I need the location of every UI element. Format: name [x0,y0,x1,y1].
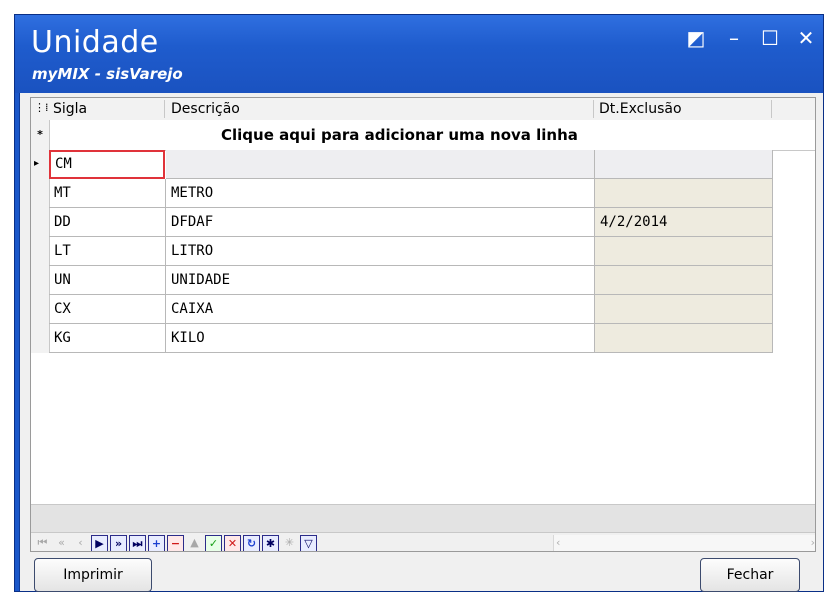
next-page-icon[interactable]: » [110,535,127,551]
cell-descricao[interactable]: UNIDADE [166,266,595,295]
table-row[interactable]: MT METRO [31,179,815,208]
edit-record-icon[interactable]: ▲ [186,535,203,551]
scroll-left-icon[interactable]: ‹ [556,536,560,549]
table-row[interactable]: KG KILO [31,324,815,353]
column-header-descricao[interactable]: Descrição [171,101,240,117]
sigla-edit-field[interactable]: CM [49,150,165,179]
cancel-edit-icon[interactable]: ✕ [224,535,241,551]
save-bookmark-icon[interactable]: ✱ [262,535,279,551]
grid-footer [31,504,815,533]
cell-sigla[interactable]: MT [49,179,166,208]
goto-bookmark-icon[interactable]: ✳ [281,535,298,551]
new-row-marker: * [31,120,50,150]
cell-descricao[interactable]: KILO [166,324,595,353]
refresh-icon[interactable]: ↻ [243,535,260,551]
new-row-prompt[interactable]: Clique aqui para adicionar uma nova linh… [221,126,578,144]
scroll-right-icon[interactable]: › [811,536,815,549]
cell-dt-exclusao[interactable] [595,237,773,266]
maximize-icon[interactable]: ☐ [759,27,781,49]
cell-dt-exclusao[interactable]: 4/2/2014 [595,208,773,237]
column-separator[interactable] [593,100,594,118]
table-row[interactable]: LT LITRO [31,237,815,266]
cell-dt-exclusao[interactable] [595,150,773,179]
cell-dt-exclusao[interactable] [595,179,773,208]
post-edit-icon[interactable]: ✓ [205,535,222,551]
window-title: Unidade [31,25,159,60]
column-separator[interactable] [164,100,165,118]
filter-icon[interactable]: ▽ [300,535,317,551]
cell-descricao[interactable] [166,150,595,179]
cell-sigla[interactable]: DD [49,208,166,237]
cell-dt-exclusao[interactable] [595,266,773,295]
cell-sigla[interactable]: CX [49,295,166,324]
insert-record-icon[interactable]: + [148,535,165,551]
delete-record-icon[interactable]: − [167,535,184,551]
window-subtitle: myMIX - sisVarejo [32,65,183,83]
cell-sigla[interactable]: KG [49,324,166,353]
column-separator[interactable] [771,100,772,118]
horizontal-scrollbar[interactable]: ‹ › [553,535,815,551]
cell-dt-exclusao[interactable] [595,324,773,353]
client-area: ⋮⁞ Sigla Descrição Dt.Exclusão * Clique … [19,93,823,592]
table-row[interactable]: DD DFDAF 4/2/2014 [31,208,815,237]
table-row[interactable]: UN UNIDADE [31,266,815,295]
table-row-editing[interactable]: CM [31,150,815,179]
next-record-icon[interactable]: ▶ [91,535,108,551]
cell-sigla[interactable]: UN [49,266,166,295]
new-row[interactable]: * Clique aqui para adicionar uma nova li… [31,120,815,151]
column-chooser-icon[interactable]: ⋮⁞ [34,101,49,114]
cell-descricao[interactable]: METRO [166,179,595,208]
column-header-dt-exclusao[interactable]: Dt.Exclusão [599,101,682,117]
data-grid: ⋮⁞ Sigla Descrição Dt.Exclusão * Clique … [30,97,816,552]
title-bar[interactable]: Unidade myMIX - sisVarejo ◩ – ☐ ✕ [15,15,823,93]
previous-record-icon[interactable]: ‹ [72,535,89,551]
navigator-bar: ⏮ « ‹ ▶ » ⏭ + − ▲ ✓ ✕ ↻ ✱ ✳ ▽ ‹ › [31,532,815,551]
cell-descricao[interactable]: CAIXA [166,295,595,324]
window: Unidade myMIX - sisVarejo ◩ – ☐ ✕ ⋮⁞ Sig… [14,14,824,592]
cell-sigla[interactable]: LT [49,237,166,266]
cell-dt-exclusao[interactable] [595,295,773,324]
grid-header: ⋮⁞ Sigla Descrição Dt.Exclusão [31,98,815,121]
close-button[interactable]: Fechar [700,558,800,592]
column-header-sigla[interactable]: Sigla [53,101,87,117]
close-icon[interactable]: ✕ [795,27,817,49]
last-record-icon[interactable]: ⏭ [129,535,146,551]
cell-descricao[interactable]: DFDAF [166,208,595,237]
cell-descricao[interactable]: LITRO [166,237,595,266]
minimize-icon[interactable]: – [723,27,745,49]
previous-page-icon[interactable]: « [53,535,70,551]
first-page-icon[interactable]: ⏮ [34,535,51,551]
restore-icon[interactable]: ◩ [685,27,707,49]
table-row[interactable]: CX CAIXA [31,295,815,324]
print-button[interactable]: Imprimir [34,558,152,592]
